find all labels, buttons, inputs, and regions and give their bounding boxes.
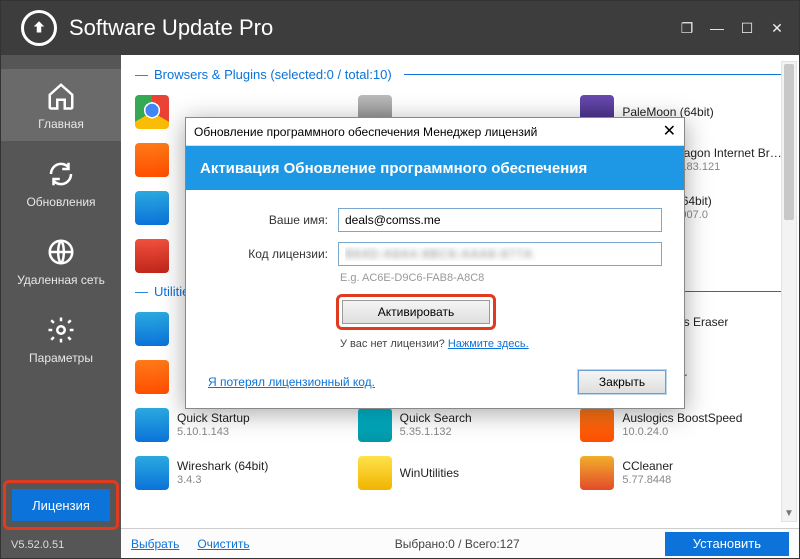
gear-icon xyxy=(44,313,78,347)
dialog-close-button[interactable]: Закрыть xyxy=(578,370,666,394)
sidebar-item-updates[interactable]: Обновления xyxy=(1,147,121,219)
quickstartup-icon xyxy=(135,408,169,442)
title-bar: Software Update Pro ❐ — ☐ ✕ xyxy=(1,1,799,55)
chrome-icon xyxy=(135,95,169,129)
license-dialog: Обновление программного обеспечения Мене… xyxy=(185,117,685,409)
dialog-close-icon[interactable]: ✕ xyxy=(663,124,676,140)
lost-code-link[interactable]: Я потерял лицензионный код. xyxy=(208,375,375,389)
form-row-code: Код лицензии: xyxy=(208,242,662,266)
form-row-name: Ваше имя: xyxy=(208,208,662,232)
list-item[interactable]: Quick Search5.35.1.132 xyxy=(358,403,573,447)
install-button[interactable]: Установить xyxy=(665,532,789,556)
list-item[interactable]: CCleaner5.77.8448 xyxy=(580,451,795,495)
activate-button-highlight: Активировать xyxy=(336,294,496,330)
globe-icon xyxy=(44,235,78,269)
clear-link[interactable]: Очистить xyxy=(197,537,249,551)
sidebar-item-label: Обновления xyxy=(26,195,95,209)
footer-links: Выбрать Очистить xyxy=(131,537,250,551)
vertical-scrollbar[interactable]: ▲ ▼ xyxy=(781,61,797,522)
home-icon xyxy=(44,79,78,113)
code-label: Код лицензии: xyxy=(208,247,328,261)
close-window-icon[interactable]: ✕ xyxy=(769,20,785,36)
ccleaner-icon xyxy=(580,456,614,490)
license-button[interactable]: Лицензия xyxy=(12,489,110,521)
collapse-icon[interactable]: — xyxy=(135,284,148,299)
app-name: Quick Search xyxy=(400,411,472,425)
name-label: Ваше имя: xyxy=(208,213,328,227)
app-icon xyxy=(135,143,169,177)
list-item[interactable]: Wireshark (64bit)3.4.3 xyxy=(135,451,350,495)
list-item[interactable]: WinUtilities xyxy=(358,451,573,495)
activate-button[interactable]: Активировать xyxy=(342,300,490,324)
scroll-down-icon[interactable]: ▼ xyxy=(782,505,796,521)
list-item[interactable]: Auslogics BoostSpeed10.0.24.0 xyxy=(580,403,795,447)
no-license-row: У вас нет лицензии? Нажмите здесь. xyxy=(340,338,662,350)
list-item[interactable]: Quick Startup5.10.1.143 xyxy=(135,403,350,447)
app-name: Quick Startup xyxy=(177,411,250,425)
code-hint: E.g. AC6E-D9C6-FAB8-A8C8 xyxy=(340,272,662,284)
app-version: 5.10.1.143 xyxy=(177,426,250,439)
no-license-text: У вас нет лицензии? xyxy=(340,338,445,350)
sidebar-item-label: Параметры xyxy=(29,351,93,365)
scroll-thumb[interactable] xyxy=(784,64,794,220)
app-name xyxy=(177,105,180,119)
minimize-window-icon[interactable]: — xyxy=(709,20,725,36)
select-link[interactable]: Выбрать xyxy=(131,537,179,551)
refresh-icon xyxy=(44,157,78,191)
app-version: 5.35.1.132 xyxy=(400,426,472,439)
app-icon xyxy=(135,312,169,346)
sidebar: Главная Обновления Удаленная сеть xyxy=(1,55,121,558)
dialog-banner: Активация Обновление программного обеспе… xyxy=(186,146,684,190)
dialog-titlebar: Обновление программного обеспечения Мене… xyxy=(186,118,684,146)
app-icon xyxy=(135,191,169,225)
app-icon xyxy=(135,239,169,273)
license-code-input[interactable] xyxy=(338,242,662,266)
status-bar: Выбрать Очистить Выбрано:0 / Всего:127 У… xyxy=(121,528,799,558)
app-title: Software Update Pro xyxy=(69,15,679,41)
no-license-link[interactable]: Нажмите здесь. xyxy=(448,338,529,350)
section-header-browsers[interactable]: — Browsers & Plugins (selected:0 / total… xyxy=(135,67,795,82)
sidebar-item-label: Удаленная сеть xyxy=(17,273,105,287)
wireshark-icon xyxy=(135,456,169,490)
section-divider xyxy=(404,74,781,75)
maximize-window-icon[interactable]: ☐ xyxy=(739,20,755,36)
sidebar-item-label: Главная xyxy=(38,117,84,131)
app-name: WinUtilities xyxy=(400,466,459,480)
app-name: Auslogics BoostSpeed xyxy=(622,411,742,425)
app-logo-icon xyxy=(21,10,57,46)
dialog-title: Обновление программного обеспечения Мене… xyxy=(194,125,537,139)
section-title: Browsers & Plugins (selected:0 / total:1… xyxy=(154,67,392,82)
window-controls: ❐ — ☐ ✕ xyxy=(679,20,791,36)
restore-window-icon[interactable]: ❐ xyxy=(679,20,695,36)
app-icon xyxy=(135,360,169,394)
app-name: CCleaner xyxy=(622,459,673,473)
license-button-highlight: Лицензия xyxy=(3,480,119,530)
app-version: 3.4.3 xyxy=(177,474,268,487)
quicksearch-icon xyxy=(358,408,392,442)
sidebar-item-home[interactable]: Главная xyxy=(1,69,121,141)
name-input[interactable] xyxy=(338,208,662,232)
sidebar-item-remote[interactable]: Удаленная сеть xyxy=(1,225,121,297)
app-version: 10.0.24.0 xyxy=(622,426,742,439)
winutilities-icon xyxy=(358,456,392,490)
collapse-icon[interactable]: — xyxy=(135,67,148,82)
boostspeed-icon xyxy=(580,408,614,442)
sidebar-nav: Главная Обновления Удаленная сеть xyxy=(1,55,121,480)
selection-status: Выбрано:0 / Всего:127 xyxy=(250,537,665,551)
app-version: 5.77.8448 xyxy=(622,474,673,487)
dialog-footer: Я потерял лицензионный код. Закрыть xyxy=(186,358,684,408)
version-label: V5.52.0.51 xyxy=(1,532,121,558)
app-name: Wireshark (64bit) xyxy=(177,459,268,473)
sidebar-item-settings[interactable]: Параметры xyxy=(1,303,121,375)
dialog-body: Ваше имя: Код лицензии: E.g. AC6E-D9C6-F… xyxy=(186,190,684,358)
